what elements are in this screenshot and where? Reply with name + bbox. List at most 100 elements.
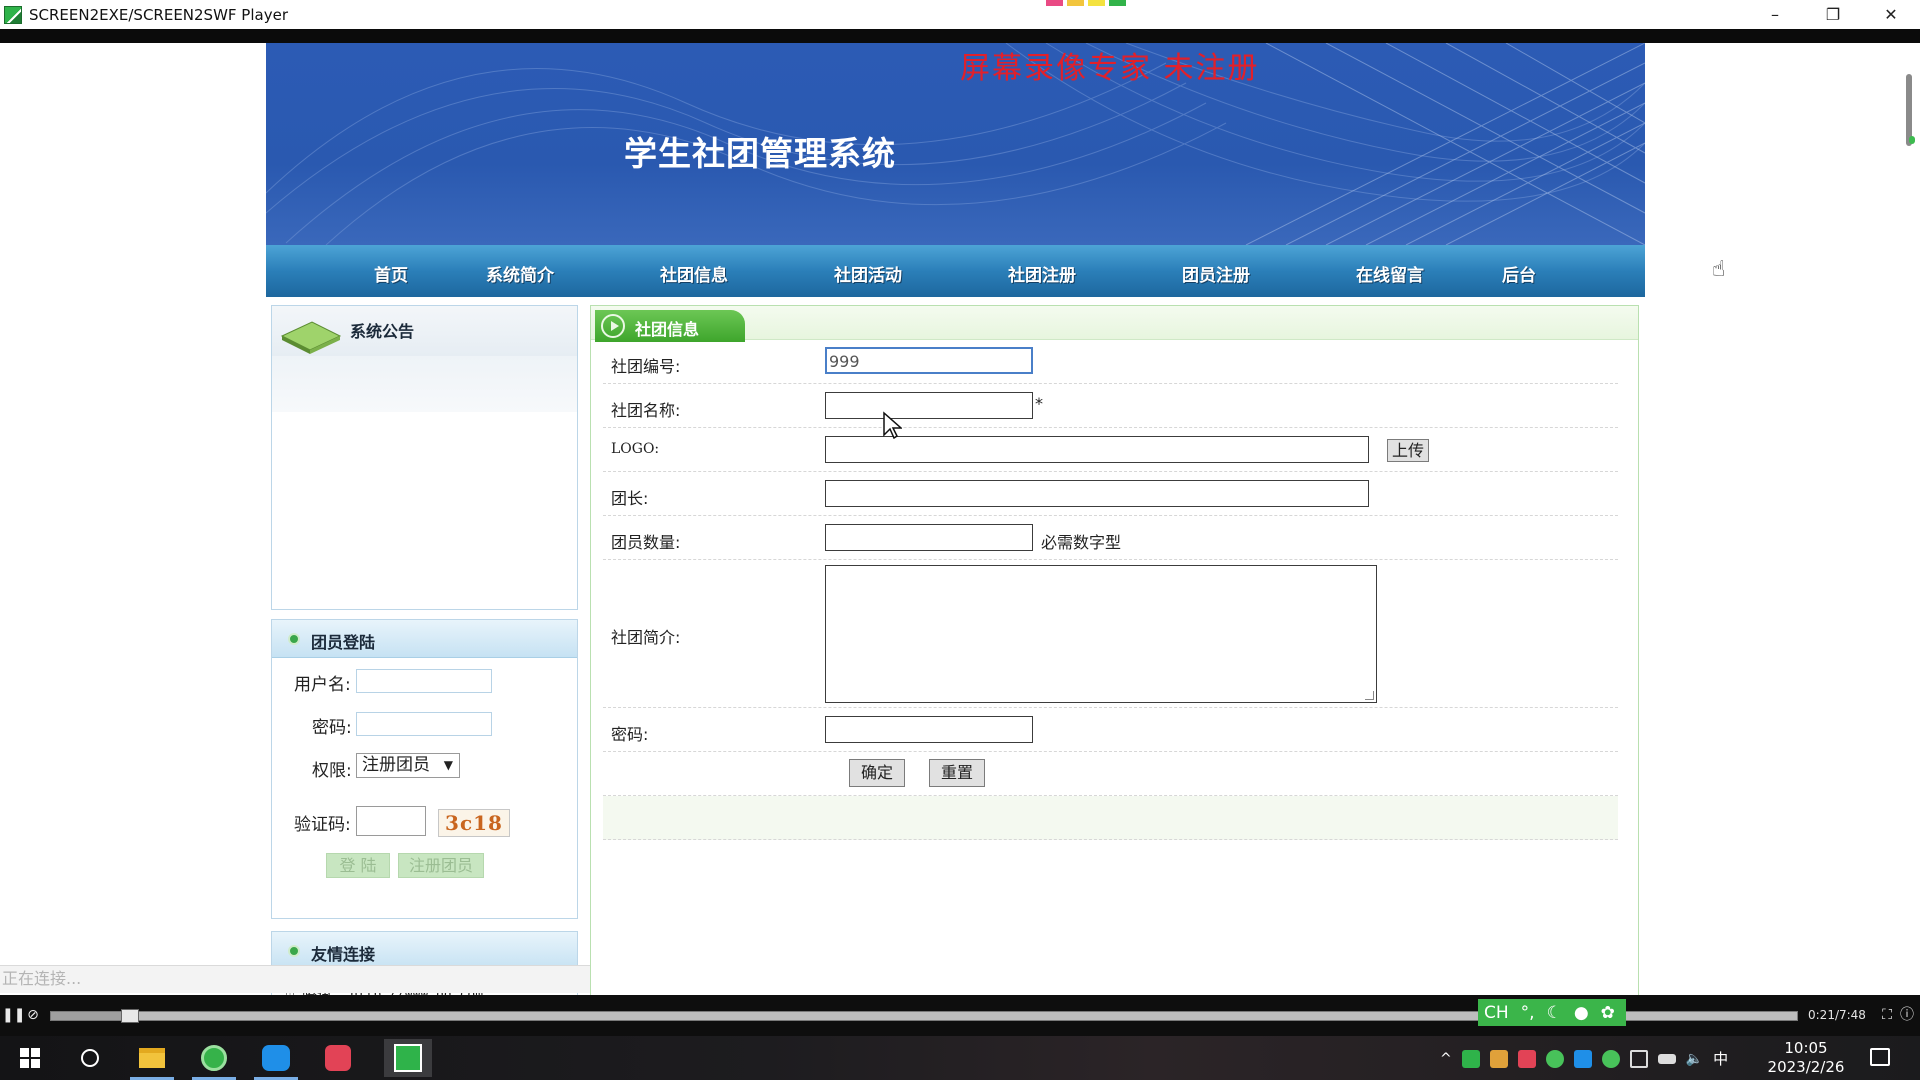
- playback-time: 0:21/7:48: [1808, 1008, 1866, 1022]
- stop-icon[interactable]: ⊘: [24, 1006, 42, 1024]
- system-tray: ^ 🔈 中: [1440, 1048, 1728, 1069]
- role-select[interactable]: 注册团员 ▼: [356, 753, 460, 778]
- heart-app-icon: [325, 1045, 351, 1071]
- bullet-icon: [288, 633, 300, 645]
- site-banner: 学生社团管理系统: [266, 43, 1645, 245]
- search-button[interactable]: [72, 1042, 108, 1074]
- leader-row: 团长:: [603, 472, 1618, 516]
- start-button[interactable]: [12, 1042, 48, 1074]
- login-panel-title: 团员登陆: [311, 633, 376, 652]
- form-title-tab: 社团信息: [595, 310, 745, 342]
- logo-row: LOGO: 上传: [603, 428, 1618, 472]
- nav-club-activities[interactable]: 社团活动: [834, 261, 902, 286]
- register-member-button[interactable]: 注册团员: [398, 853, 484, 878]
- club-name-row: 社团名称: *: [603, 384, 1618, 428]
- info-icon[interactable]: ⓘ: [1898, 1006, 1916, 1024]
- wechat-icon[interactable]: [1545, 1049, 1564, 1068]
- close-button[interactable]: ✕: [1862, 0, 1920, 29]
- file-explorer-button[interactable]: [130, 1042, 174, 1080]
- fullscreen-icon[interactable]: ⛶: [1878, 1006, 1896, 1024]
- password-row: 密码:: [603, 708, 1618, 752]
- nav-home[interactable]: 首页: [374, 261, 408, 286]
- logo-input[interactable]: [825, 436, 1369, 463]
- intro-textarea[interactable]: [825, 565, 1377, 703]
- player-app-button[interactable]: [384, 1039, 432, 1077]
- tray-green-icon[interactable]: [1461, 1049, 1480, 1068]
- browser-status-text: 正在连接...: [0, 965, 640, 993]
- username-label: 用户名:: [294, 675, 351, 695]
- nav-club-register[interactable]: 社团注册: [1008, 261, 1076, 286]
- banner-wave-graphic: [266, 43, 1645, 245]
- form-password-input[interactable]: [825, 716, 1033, 743]
- volume-icon[interactable]: 🔈: [1686, 1051, 1703, 1067]
- cloud-app-button[interactable]: [254, 1042, 298, 1080]
- club-name-label: 社团名称:: [611, 401, 681, 420]
- leader-label: 团长:: [611, 489, 649, 508]
- notification-icon[interactable]: [1870, 1048, 1890, 1066]
- recorder-watermark: 屏幕录像专家 未注册: [960, 51, 1260, 86]
- ime-toolbar[interactable]: CH °, ☾ ● ✿: [1478, 999, 1626, 1026]
- actions-row: 确定 重置: [603, 752, 1618, 796]
- nav-club-info[interactable]: 社团信息: [660, 261, 728, 286]
- progress-fill: [51, 1012, 130, 1020]
- book-icon: [280, 321, 342, 354]
- notice-title: 系统公告: [350, 322, 415, 341]
- username-input[interactable]: [356, 669, 492, 693]
- hand-cursor-icon: ☝: [1712, 257, 1726, 282]
- network-icon[interactable]: [1629, 1049, 1648, 1068]
- nav-online-message[interactable]: 在线留言: [1356, 261, 1424, 286]
- member-count-row: 团员数量: 必需数字型: [603, 516, 1618, 560]
- progress-thumb[interactable]: [120, 1009, 139, 1023]
- password-label: 密码:: [312, 718, 352, 738]
- login-button[interactable]: 登 陆: [326, 853, 390, 878]
- nav-system-intro[interactable]: 系统简介: [486, 261, 554, 286]
- tray-red-icon[interactable]: [1517, 1049, 1536, 1068]
- taskbar-clock[interactable]: 10:05 2023/2/26: [1756, 1039, 1856, 1077]
- form-footer-row: [603, 796, 1618, 840]
- upload-button[interactable]: 上传: [1387, 439, 1429, 462]
- tray-blue-icon[interactable]: [1573, 1049, 1592, 1068]
- nav-member-register[interactable]: 团员注册: [1182, 261, 1250, 286]
- site-title: 学生社团管理系统: [624, 134, 896, 173]
- moon-icon: ☾: [1546, 1002, 1562, 1023]
- top-color-blocks: [1046, 0, 1126, 6]
- ime-indicator[interactable]: 中: [1713, 1048, 1728, 1069]
- member-count-hint: 必需数字型: [1041, 533, 1122, 552]
- ime-language: CH: [1484, 1002, 1509, 1023]
- red-app-button[interactable]: [320, 1042, 356, 1074]
- battery-icon[interactable]: [1657, 1053, 1676, 1064]
- scroll-marker: [1909, 136, 1915, 144]
- club-id-label: 社团编号:: [611, 357, 681, 376]
- captcha-image[interactable]: 3c18: [438, 809, 510, 837]
- captcha-input[interactable]: [356, 806, 426, 836]
- restore-button[interactable]: ❐: [1804, 0, 1862, 29]
- chevron-up-icon[interactable]: ^: [1440, 1051, 1452, 1067]
- pause-icon[interactable]: ❚❚: [2, 1006, 25, 1024]
- minimize-button[interactable]: –: [1746, 0, 1804, 29]
- member-count-input[interactable]: [825, 524, 1033, 551]
- nav-admin[interactable]: 后台: [1502, 261, 1536, 286]
- cloud-icon: [262, 1045, 290, 1071]
- window-title: SCREEN2EXE/SCREEN2SWF Player: [29, 5, 288, 24]
- submit-button[interactable]: 确定: [849, 759, 905, 787]
- form-title: 社团信息: [635, 320, 700, 339]
- intro-row: 社团简介:: [603, 560, 1618, 708]
- reset-button[interactable]: 重置: [929, 759, 985, 787]
- site-nav: 首页 系统简介 社团信息 社团活动 社团注册 团员注册 在线留言 后台: [266, 245, 1645, 297]
- windows-taskbar: ^ 🔈 中 10:05 2023/2/26: [0, 1036, 1920, 1080]
- leader-input[interactable]: [825, 480, 1369, 507]
- club-name-input[interactable]: [825, 392, 1033, 419]
- club-id-input[interactable]: 999: [825, 347, 1033, 374]
- dropdown-arrow-icon: ▼: [443, 758, 453, 772]
- browser-icon: [201, 1045, 227, 1071]
- search-icon: [81, 1049, 99, 1067]
- browser-button[interactable]: [192, 1042, 236, 1080]
- wechat-work-icon[interactable]: [1601, 1049, 1620, 1068]
- required-mark: *: [1035, 394, 1043, 413]
- folder-icon: [139, 1048, 165, 1068]
- password-input[interactable]: [356, 712, 492, 736]
- clock-date: 2023/2/26: [1767, 1058, 1845, 1076]
- tray-orange-icon[interactable]: [1489, 1049, 1508, 1068]
- role-label: 权限:: [312, 761, 352, 781]
- play-circle-icon: [601, 314, 625, 338]
